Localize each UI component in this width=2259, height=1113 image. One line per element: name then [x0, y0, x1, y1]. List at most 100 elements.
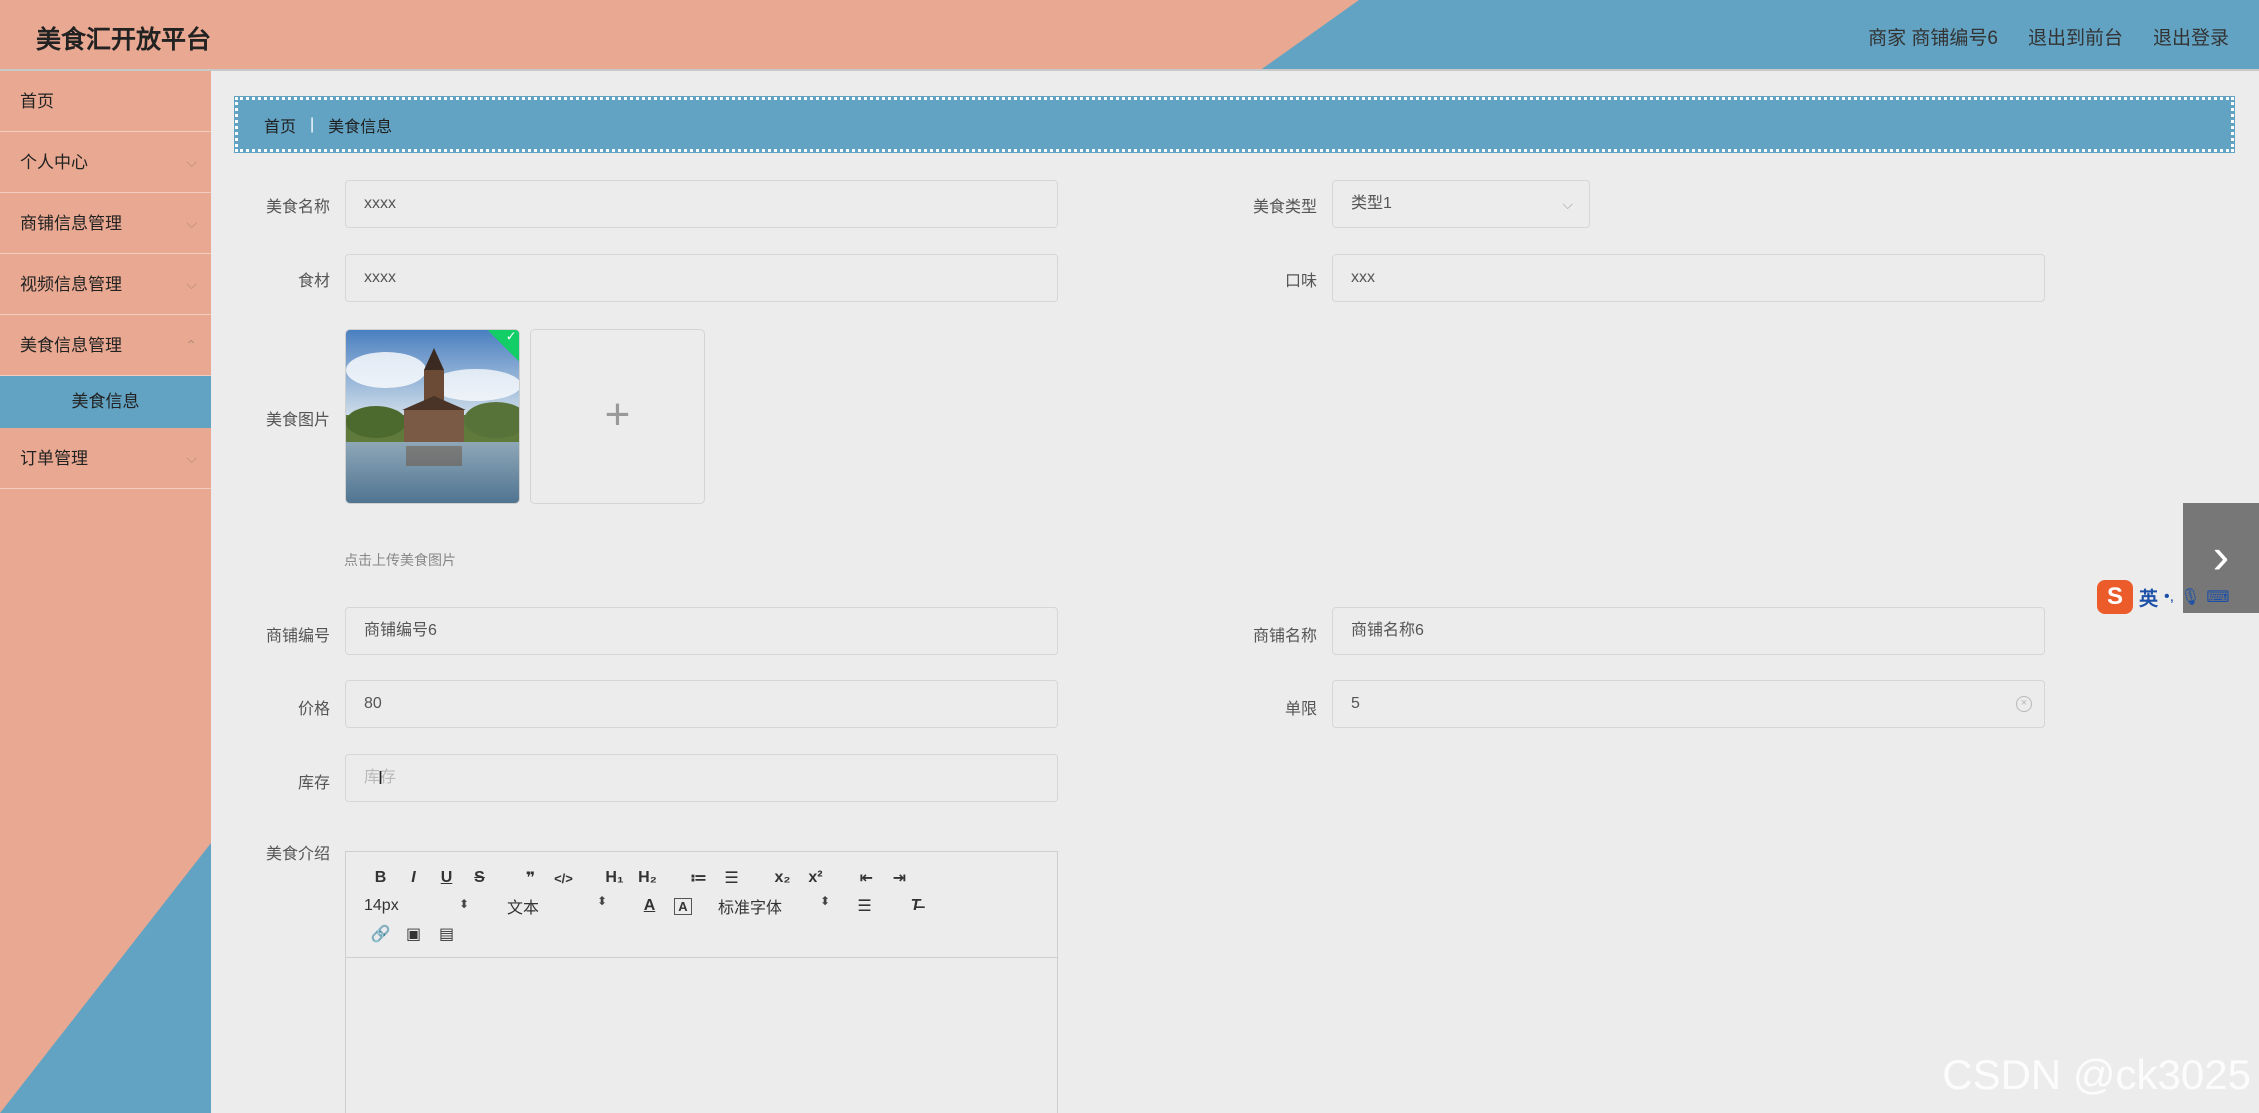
code-button[interactable]: </>	[547, 871, 580, 886]
clear-format-icon[interactable]: T̶	[899, 897, 932, 915]
align-icon[interactable]: ☰	[848, 896, 881, 916]
upload-hint: 点击上传美食图片	[344, 552, 456, 568]
sidebar-subitem-food-info[interactable]: 美食信息	[0, 376, 211, 428]
shop-name-input[interactable]: 商铺名称6	[1332, 607, 2045, 655]
underline-button[interactable]: U	[430, 869, 463, 887]
breadcrumb-separator: |	[310, 115, 315, 133]
outdent-button[interactable]: ⇤	[850, 868, 883, 888]
add-image-button[interactable]: +	[530, 329, 705, 504]
food-type-select[interactable]: 类型1 ⌵	[1332, 180, 1590, 228]
editor-toolbar: B I U S ❞ </> H₁ H₂ ≔ ☰ x₂ x² ⇤ ⇥ 14px ⬍	[346, 852, 1057, 958]
ingredients-label: 食材	[297, 273, 330, 290]
font-color-icon[interactable]: A	[633, 897, 666, 915]
taste-label: 口味	[1284, 273, 1317, 290]
rich-text-editor: B I U S ❞ </> H₁ H₂ ≔ ☰ x₂ x² ⇤ ⇥ 14px ⬍	[345, 851, 1058, 1113]
sidebar-item-label: 商铺信息管理	[20, 214, 122, 233]
food-type-label: 美食类型	[1252, 199, 1317, 216]
intro-label: 美食介绍	[265, 846, 330, 863]
food-name-label: 美食名称	[265, 199, 330, 216]
user-info: 商家 商铺编号6	[1868, 28, 1998, 49]
bullet-list-button[interactable]: ☰	[715, 868, 748, 888]
watermark: CSDN @ck3025	[1942, 1051, 2251, 1098]
header-nav: 商家 商铺编号6 退出到前台 退出登录	[1868, 23, 2229, 50]
sidebar: 首页 个人中心 ⌵ 商铺信息管理 ⌵ 视频信息管理 ⌵ 美食信息管理 ⌃ 美食信…	[0, 71, 211, 1113]
text-type-value: 文本	[507, 900, 540, 917]
sidebar-item-video-management[interactable]: 视频信息管理 ⌵	[0, 254, 211, 315]
logout-link[interactable]: 退出登录	[2153, 23, 2229, 50]
sidebar-item-label: 个人中心	[20, 153, 88, 172]
toolbar-row-format: B I U S ❞ </> H₁ H₂ ≔ ☰ x₂ x² ⇤ ⇥	[364, 864, 1057, 892]
sidebar-item-label: 视频信息管理	[20, 275, 122, 294]
sidebar-item-food-management[interactable]: 美食信息管理 ⌃	[0, 315, 211, 376]
ime-logo-icon[interactable]: S	[2097, 580, 2133, 614]
italic-button[interactable]: I	[397, 869, 430, 887]
bold-button[interactable]: B	[364, 869, 397, 887]
picker-arrow-icon: ⬍	[596, 894, 607, 908]
food-type-value: 类型1	[1351, 195, 1392, 212]
font-family-picker[interactable]: 标准字体 ⬍	[718, 894, 830, 918]
sidebar-item-shop-management[interactable]: 商铺信息管理 ⌵	[0, 193, 211, 254]
chevron-down-icon: ⌵	[186, 215, 197, 231]
shop-no-input[interactable]: 商铺编号6	[345, 607, 1058, 655]
subscript-button[interactable]: x₂	[766, 869, 799, 887]
check-icon: ✓	[505, 329, 517, 344]
font-size-picker[interactable]: 14px ⬍	[364, 897, 469, 915]
stock-input[interactable]: 库存	[345, 754, 1058, 802]
image-icon[interactable]: ▣	[397, 924, 430, 944]
ingredients-input[interactable]: xxxx	[345, 254, 1058, 302]
toolbar-row-media: 🔗 ▣ ▤	[364, 920, 1057, 948]
toolbar-row-pickers: 14px ⬍ 文本 ⬍ A A 标准字体 ⬍ ☰ T̶	[364, 892, 1057, 920]
breadcrumb-home[interactable]: 首页	[264, 113, 296, 137]
limit-input[interactable]: 5 ×	[1332, 680, 2045, 728]
sidebar-item-home[interactable]: 首页	[0, 71, 211, 132]
sidebar-item-personal-center[interactable]: 个人中心 ⌵	[0, 132, 211, 193]
sidebar-subitem-label: 美食信息	[71, 392, 140, 411]
back-to-front-link[interactable]: 退出到前台	[2028, 23, 2123, 50]
indent-button[interactable]: ⇥	[883, 868, 916, 888]
breadcrumb: 首页 | 美食信息	[234, 96, 2235, 153]
text-type-picker[interactable]: 文本 ⬍	[507, 894, 607, 918]
sidebar-item-order-management[interactable]: 订单管理 ⌵	[0, 428, 211, 489]
editor-content-area[interactable]	[346, 958, 1057, 1113]
chevron-down-icon: ⌵	[186, 276, 197, 292]
punctuation-icon[interactable]: •,	[2164, 588, 2174, 606]
food-image-thumbnail[interactable]: ✓	[345, 329, 520, 504]
ime-toolbar: S 英 •, 🎙 ⌨	[2097, 579, 2259, 615]
sidebar-item-label: 首页	[20, 92, 54, 111]
ime-language-toggle[interactable]: 英	[2139, 584, 2158, 611]
chevron-down-icon: ⌵	[186, 450, 197, 466]
strike-button[interactable]: S	[463, 869, 496, 887]
text-cursor-icon: I	[378, 768, 384, 788]
chevron-down-icon: ⌵	[1562, 196, 1573, 212]
chevron-down-icon: ⌵	[186, 154, 197, 170]
castle-photo	[346, 330, 519, 503]
h2-button[interactable]: H₂	[631, 869, 664, 887]
app-title: 美食汇开放平台	[36, 26, 212, 54]
shop-name-label: 商铺名称	[1252, 628, 1317, 645]
sidebar-item-label: 订单管理	[20, 449, 88, 468]
price-input[interactable]: 80	[345, 680, 1058, 728]
food-name-input[interactable]: xxxx	[345, 180, 1058, 228]
microphone-icon[interactable]: 🎙	[2180, 587, 2200, 607]
background-color-icon[interactable]: A	[674, 897, 692, 915]
video-icon[interactable]: ▤	[430, 924, 463, 944]
font-size-value: 14px	[364, 897, 399, 914]
limit-label: 单限	[1284, 701, 1317, 718]
stock-label: 库存	[297, 775, 330, 792]
font-family-value: 标准字体	[718, 900, 783, 917]
superscript-button[interactable]: x²	[799, 869, 832, 887]
taste-input[interactable]: xxx	[1332, 254, 2045, 302]
top-header: 美食汇开放平台 商家 商铺编号6 退出到前台 退出登录	[0, 0, 2259, 71]
link-icon[interactable]: 🔗	[364, 924, 397, 944]
blockquote-button[interactable]: ❞	[514, 868, 547, 888]
shop-no-label: 商铺编号	[265, 628, 330, 645]
h1-button[interactable]: H₁	[598, 869, 631, 887]
ordered-list-button[interactable]: ≔	[682, 868, 715, 888]
picker-arrow-icon: ⬍	[458, 897, 469, 911]
sidebar-blue-decoration	[0, 843, 211, 1113]
breadcrumb-current: 美食信息	[328, 118, 393, 136]
chevron-up-icon: ⌃	[185, 337, 197, 353]
clear-icon[interactable]: ×	[2016, 696, 2032, 712]
price-label: 价格	[297, 701, 330, 718]
keyboard-icon[interactable]: ⌨	[2206, 587, 2229, 607]
